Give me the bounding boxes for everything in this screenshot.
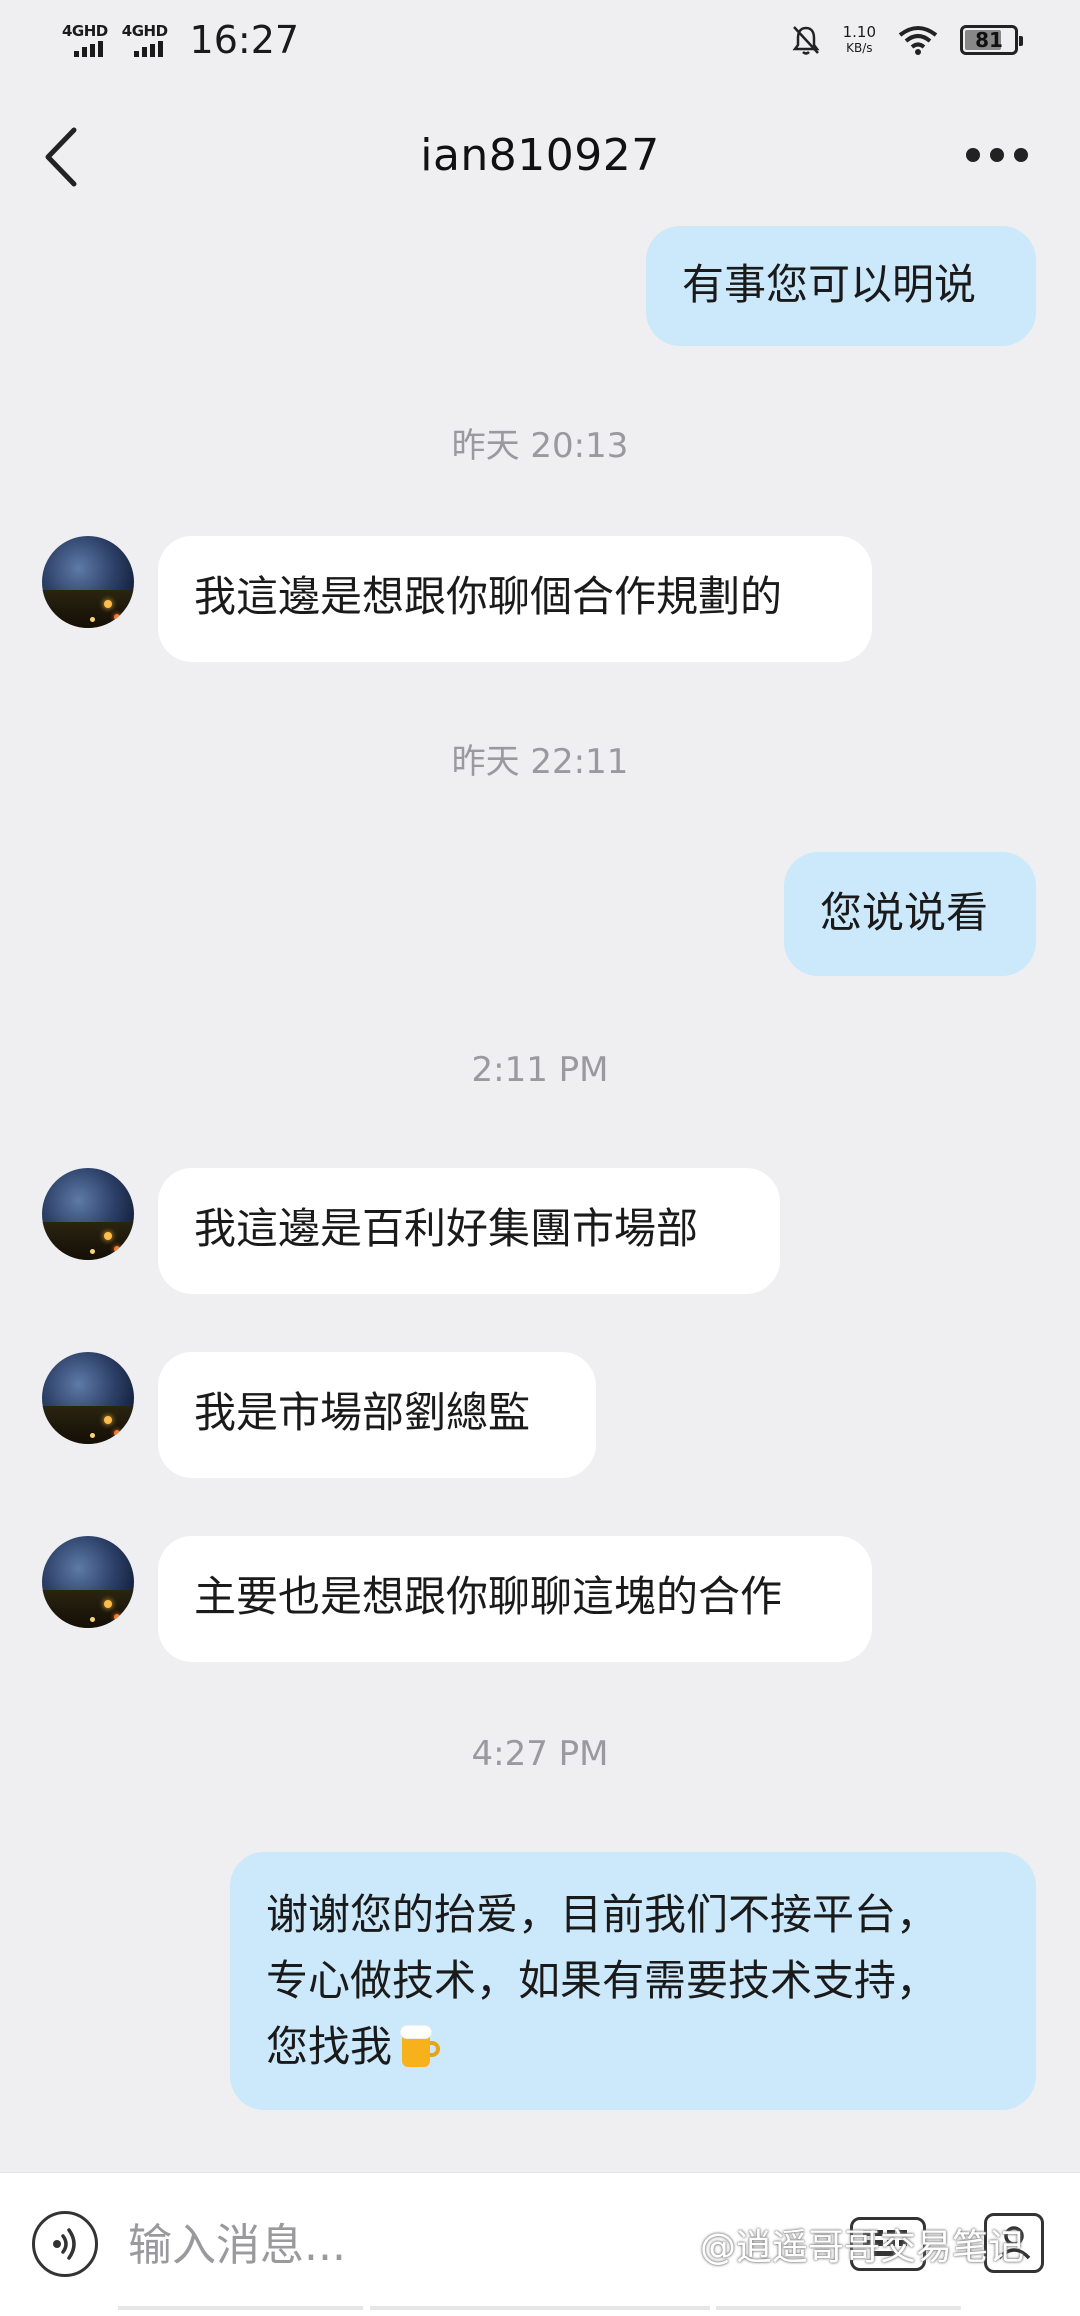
contact-avatar[interactable] — [42, 1352, 134, 1444]
message-text: 我是市場部劉總監 — [194, 1388, 531, 1437]
status-right: 1.10 KB/s 81 — [791, 24, 1023, 56]
contact-avatar[interactable] — [42, 536, 134, 628]
status-bar: 4GHD 4GHD 16:27 1.10 KB/s 81 — [0, 0, 1080, 80]
message-timestamp: 4:27 PM — [471, 1734, 609, 1774]
message-text-line: 专心做技术，如果有需要技术支持， — [266, 1956, 939, 2005]
voice-input-button[interactable] — [32, 2211, 98, 2277]
wifi-icon — [898, 26, 938, 55]
message-timestamp: 2:11 PM — [471, 1050, 609, 1090]
message-text: 我這邊是百利好集團市場部 — [194, 1204, 699, 1253]
chat-header: ian810927 — [0, 100, 1080, 210]
status-time: 16:27 — [189, 18, 300, 62]
message-bubble-outgoing[interactable]: 有事您可以明说 — [646, 226, 1036, 346]
contact-avatar[interactable] — [42, 1536, 134, 1628]
message-timestamp: 昨天 22:11 — [451, 742, 629, 782]
message-input[interactable] — [128, 2215, 688, 2275]
more-button[interactable] — [966, 140, 1038, 170]
message-bubble-outgoing[interactable]: 谢谢您的抬爱，目前我们不接平台， 专心做技术，如果有需要技术支持， 您找我 — [230, 1852, 1036, 2110]
signal-bars — [133, 40, 163, 57]
message-bubble-incoming[interactable]: 我是市場部劉總監 — [158, 1352, 596, 1478]
watermark-text: @逍遥哥哥交易笔记 — [700, 2227, 1025, 2268]
chat-title: ian810927 — [420, 129, 660, 181]
message-text: 我這邊是想跟你聊個合作規劃的 — [194, 572, 783, 621]
more-dots-icon — [966, 148, 980, 162]
tab-indicator — [118, 2306, 363, 2310]
back-button[interactable] — [38, 122, 88, 192]
signal-bars — [74, 40, 103, 57]
net-speed-value: 1.10 — [842, 23, 876, 41]
message-bubble-incoming[interactable]: 主要也是想跟你聊聊這塊的合作 — [158, 1536, 872, 1662]
message-bubble-incoming[interactable]: 我這邊是想跟你聊個合作規劃的 — [158, 536, 872, 662]
chevron-left-icon — [45, 127, 77, 187]
cellular-signal-icon: 4GHD — [121, 21, 168, 57]
battery-level: 81 — [975, 28, 1003, 52]
mute-bell-icon — [792, 26, 820, 55]
cellular-signal-icon: 4GHD — [62, 21, 108, 57]
net-speed-unit: KB/s — [846, 41, 873, 55]
message-timestamp: 昨天 20:13 — [451, 426, 629, 466]
status-left: 4GHD 4GHD 16:27 — [62, 18, 299, 62]
message-text: 您说说看 — [820, 888, 989, 937]
battery-icon: 81 — [960, 25, 1023, 55]
network-type-label: 4GHD — [62, 21, 108, 40]
beer-mug-icon — [398, 2023, 442, 2069]
message-text: 您找我 — [266, 2022, 393, 2071]
message-bubble-incoming[interactable]: 我這邊是百利好集團市場部 — [158, 1168, 780, 1294]
tab-indicator — [370, 2306, 710, 2310]
net-speed: 1.10 KB/s — [843, 24, 876, 56]
network-type-label: 4GHD — [121, 21, 168, 40]
message-text: 有事您可以明说 — [682, 260, 977, 309]
message-text-line: 您找我 — [266, 2014, 1000, 2080]
message-text: 主要也是想跟你聊聊這塊的合作 — [194, 1572, 783, 1621]
voice-icon — [53, 2228, 76, 2260]
message-bubble-outgoing[interactable]: 您说说看 — [784, 852, 1036, 976]
tab-indicator — [716, 2306, 961, 2310]
contact-avatar[interactable] — [42, 1168, 134, 1260]
message-text-line: 谢谢您的抬爱，目前我们不接平台， — [266, 1890, 939, 1939]
